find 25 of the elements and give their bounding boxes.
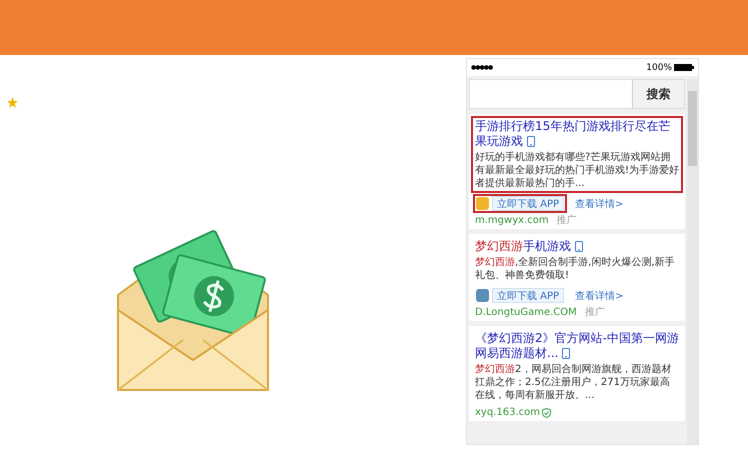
details-link[interactable]: 查看详情> [575,288,624,302]
app-icon[interactable] [476,197,489,210]
star-icon [7,97,18,108]
result-url: D.LongtuGame.COM [475,306,577,319]
result-title-link[interactable]: 手游排行榜15年热门游戏排行尽在芒果玩游戏 [475,119,679,149]
result-description: 梦幻西游,全新回合制手游,闲时火爆公测,新手礼包、神兽免费领取! [475,256,676,282]
battery-percent: 100% [646,62,672,72]
phone-icon [574,241,583,252]
download-app-button[interactable]: 立即下载 APP [492,196,564,211]
scrollbar-thumb[interactable] [688,91,697,166]
app-icon[interactable] [476,289,489,302]
phone-icon [562,348,570,360]
result-title-link[interactable]: 《梦幻西游2》官方网站-中国第一网游网易西游题材... [475,331,679,361]
ad-label: 推广 [556,214,577,227]
result-description: 梦幻西游2，网易回合制网游旗舰，西游题材扛鼎之作；2.5亿注册用户，271万玩家最高在线，每周有新服开放。... [475,363,672,402]
phone-icon [526,136,535,148]
details-link[interactable]: 查看详情> [575,196,624,210]
result-url: m.mgwyx.com [475,214,549,227]
download-app-button[interactable]: 立即下载 APP [492,288,564,303]
battery-icon [674,64,694,71]
result-title-link[interactable]: 梦幻西游手机游戏 [475,239,679,254]
result-description: 好玩的手机游戏都有哪些?芒果玩游戏网站拥有最新最全最好玩的热门手机游戏!为手游爱好者提供最新最热门的手... [475,151,679,190]
scrollbar[interactable] [687,79,698,444]
ad-label: 推广 [584,306,605,319]
result-url: xyq.163.com [475,406,540,419]
